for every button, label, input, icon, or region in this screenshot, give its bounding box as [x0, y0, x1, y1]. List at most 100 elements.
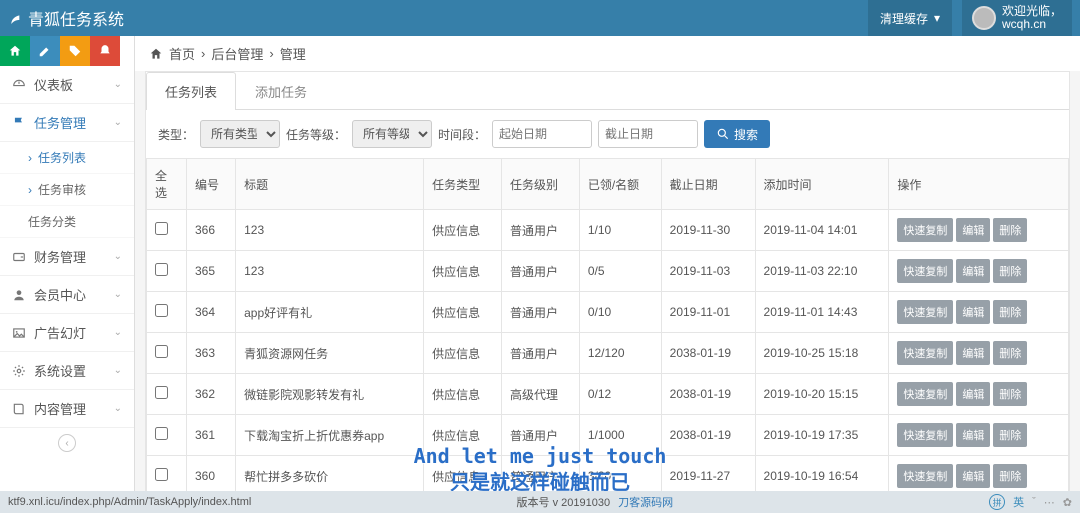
tab-0[interactable]: 任务列表	[146, 72, 236, 110]
sidebar-sub-1-1[interactable]: 任务审核	[0, 174, 134, 206]
chevron-right-icon: ⌄	[114, 365, 122, 376]
row-checkbox[interactable]	[155, 468, 168, 481]
gear-icon	[12, 364, 26, 378]
ime-more-icon[interactable]: ⋯	[1044, 496, 1055, 509]
delete-button[interactable]: 删除	[993, 218, 1027, 242]
app-title: 青狐任务系统	[28, 6, 124, 30]
sidebar-item-4[interactable]: 广告幻灯⌄	[0, 314, 134, 352]
type-label: 类型：	[158, 126, 194, 143]
status-bar: ktf9.xnl.icu/index.php/Admin/TaskApply/i…	[0, 491, 1080, 513]
copy-button[interactable]: 快速复制	[897, 382, 953, 406]
sidebar: 仪表板⌄任务管理⌄任务列表任务审核任务分类财务管理⌄会员中心⌄广告幻灯⌄系统设置…	[0, 36, 135, 513]
delete-button[interactable]: 删除	[993, 300, 1027, 324]
col-7: 添加时间	[755, 159, 889, 210]
row-checkbox[interactable]	[155, 304, 168, 317]
edit-button[interactable]	[30, 36, 60, 66]
delete-button[interactable]: 删除	[993, 382, 1027, 406]
edit-button[interactable]: 编辑	[956, 300, 990, 324]
table-row: 364app好评有礼供应信息普通用户0/102019-11-012019-11-…	[147, 292, 1069, 333]
quick-toolbar	[0, 36, 134, 66]
status-url: ktf9.xnl.icu/index.php/Admin/TaskApply/i…	[8, 496, 251, 508]
row-checkbox[interactable]	[155, 386, 168, 399]
home-button[interactable]	[0, 36, 30, 66]
breadcrumb: 首页 › 后台管理 › 管理	[135, 36, 1080, 71]
col-8: 操作	[889, 159, 1069, 210]
edit-button[interactable]: 编辑	[956, 218, 990, 242]
tag-button[interactable]	[60, 36, 90, 66]
topbar: 青狐任务系统 清理缓存 ▾ 欢迎光临， wcqh.cn	[0, 0, 1080, 36]
app-logo: 青狐任务系统	[8, 6, 124, 30]
breadcrumb-mid[interactable]: 后台管理	[211, 44, 263, 63]
sidebar-sub-1-0[interactable]: 任务列表	[0, 142, 134, 174]
edit-button[interactable]: 编辑	[956, 341, 990, 365]
source-link[interactable]: 刀客源码网	[618, 494, 673, 510]
table-row: 366123供应信息普通用户1/102019-11-302019-11-04 1…	[147, 210, 1069, 251]
sidebar-item-6[interactable]: 内容管理⌄	[0, 390, 134, 428]
flag-icon	[12, 116, 26, 130]
sidebar-item-5[interactable]: 系统设置⌄	[0, 352, 134, 390]
edit-button[interactable]: 编辑	[956, 464, 990, 488]
copy-button[interactable]: 快速复制	[897, 423, 953, 447]
row-checkbox[interactable]	[155, 427, 168, 440]
sidebar-item-3[interactable]: 会员中心⌄	[0, 276, 134, 314]
row-checkbox[interactable]	[155, 345, 168, 358]
table-row: 362微链影院观影转发有礼供应信息高级代理0/122038-01-192019-…	[147, 374, 1069, 415]
col-0: 全选	[147, 159, 187, 210]
avatar	[972, 6, 996, 30]
pencil-icon	[38, 44, 52, 58]
copy-button[interactable]: 快速复制	[897, 218, 953, 242]
edit-button[interactable]: 编辑	[956, 382, 990, 406]
copy-button[interactable]: 快速复制	[897, 300, 953, 324]
ime-tools-icon[interactable]: ✿	[1063, 496, 1072, 509]
delete-button[interactable]: 删除	[993, 341, 1027, 365]
sidebar-item-0[interactable]: 仪表板⌄	[0, 66, 134, 104]
bell-icon	[98, 44, 112, 58]
welcome-user: wcqh.cn	[1002, 18, 1062, 31]
sidebar-sub-1-2[interactable]: 任务分类	[0, 206, 134, 238]
copy-button[interactable]: 快速复制	[897, 341, 953, 365]
delete-button[interactable]: 删除	[993, 259, 1027, 283]
row-checkbox[interactable]	[155, 263, 168, 276]
alert-button[interactable]	[90, 36, 120, 66]
table-row: 363青狐资源网任务供应信息普通用户12/1202038-01-192019-1…	[147, 333, 1069, 374]
ime-lang[interactable]: 英	[1013, 494, 1024, 510]
chevron-down-icon: ▾	[934, 11, 940, 25]
user-menu[interactable]: 欢迎光临， wcqh.cn	[962, 0, 1072, 36]
edit-button[interactable]: 编辑	[956, 423, 990, 447]
time-label: 时间段：	[438, 126, 486, 143]
image-icon	[12, 326, 26, 340]
col-5: 已领/名额	[579, 159, 661, 210]
edit-button[interactable]: 编辑	[956, 259, 990, 283]
col-1: 编号	[187, 159, 236, 210]
user-icon	[12, 288, 26, 302]
breadcrumb-home[interactable]: 首页	[169, 44, 195, 63]
ime-icon[interactable]: 拼	[989, 494, 1005, 510]
col-3: 任务类型	[424, 159, 502, 210]
col-2: 标题	[236, 159, 424, 210]
copy-button[interactable]: 快速复制	[897, 259, 953, 283]
delete-button[interactable]: 删除	[993, 464, 1027, 488]
chevron-right-icon: ⌄	[114, 79, 122, 90]
sidebar-item-1[interactable]: 任务管理⌄	[0, 104, 134, 142]
copy-button[interactable]: 快速复制	[897, 464, 953, 488]
chevron-right-icon: ⌄	[114, 251, 122, 262]
clear-cache-button[interactable]: 清理缓存 ▾	[868, 0, 952, 36]
home-icon	[8, 44, 22, 58]
end-date-input[interactable]	[598, 120, 698, 148]
topbar-right: 清理缓存 ▾ 欢迎光临， wcqh.cn	[868, 0, 1072, 36]
collapse-sidebar-button[interactable]: ‹	[58, 434, 76, 452]
content-panel: 任务列表添加任务 类型： 所有类型 任务等级： 所有等级 时间段： 搜索 全选编…	[145, 71, 1070, 513]
dashboard-icon	[12, 78, 26, 92]
table-row: 361下载淘宝折上折优惠券app供应信息普通用户1/10002038-01-19…	[147, 415, 1069, 456]
sidebar-item-2[interactable]: 财务管理⌄	[0, 238, 134, 276]
wallet-icon	[12, 250, 26, 264]
leaf-icon	[8, 10, 24, 26]
start-date-input[interactable]	[492, 120, 592, 148]
tab-1[interactable]: 添加任务	[236, 72, 326, 110]
type-select[interactable]: 所有类型	[200, 120, 280, 148]
delete-button[interactable]: 删除	[993, 423, 1027, 447]
level-select[interactable]: 所有等级	[352, 120, 432, 148]
col-4: 任务级别	[501, 159, 579, 210]
search-button[interactable]: 搜索	[704, 120, 770, 148]
row-checkbox[interactable]	[155, 222, 168, 235]
